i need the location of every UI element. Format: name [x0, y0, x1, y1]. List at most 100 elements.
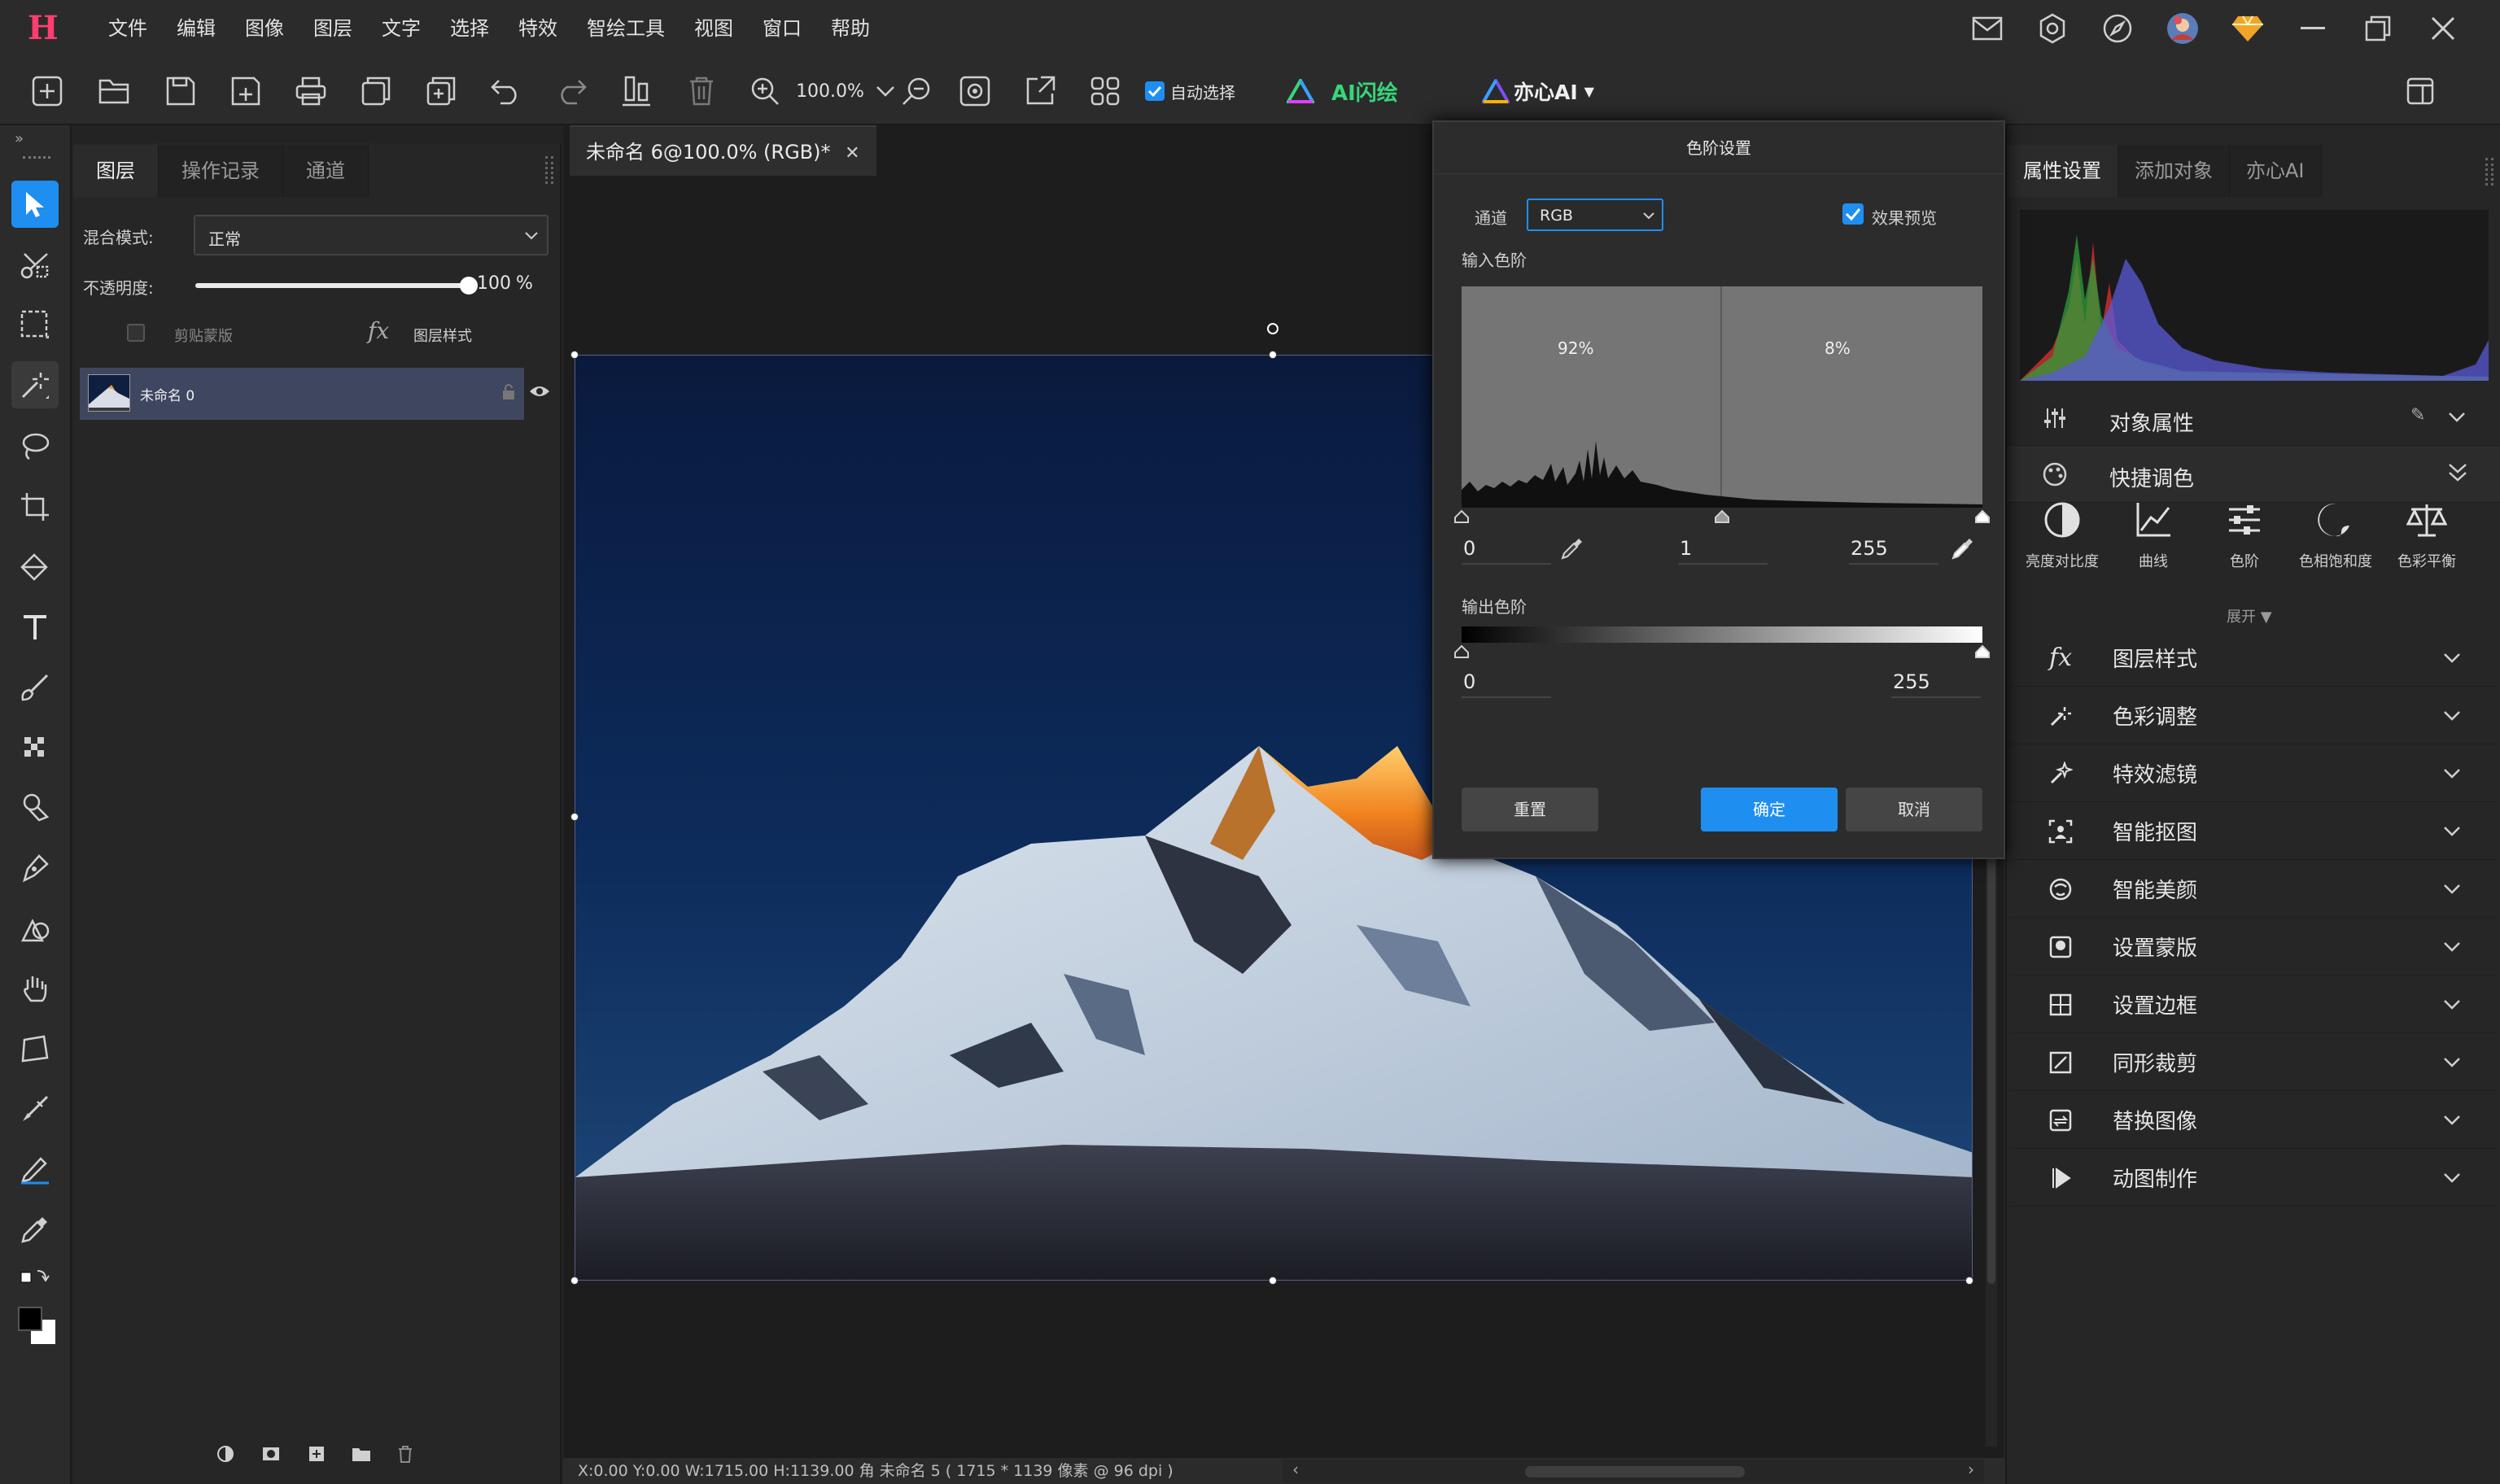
transform-handle-tl[interactable]: [570, 351, 579, 359]
section-set-mask[interactable]: 设置蒙版: [2010, 919, 2498, 976]
tab-layers[interactable]: 图层: [73, 145, 159, 197]
undo-icon[interactable]: [483, 57, 529, 125]
eye-icon[interactable]: [529, 384, 552, 400]
document-tab[interactable]: 未命名 6@100.0% (RGB)* ✕: [570, 125, 876, 176]
smudge-tool-icon[interactable]: [11, 1085, 59, 1133]
preview-label[interactable]: 效果预览: [1872, 205, 1937, 229]
rotate-handle[interactable]: [1267, 323, 1278, 334]
transform-handle-bottom[interactable]: [1269, 1277, 1277, 1285]
double-chevron-down-icon[interactable]: [2448, 462, 2467, 483]
input-gamma-field[interactable]: 1: [1678, 532, 1768, 565]
print-icon[interactable]: [288, 57, 334, 125]
new-layer-icon[interactable]: [308, 1445, 326, 1463]
panel-layout-icon[interactable]: [2397, 57, 2443, 125]
layer-style-label[interactable]: 图层样式: [413, 325, 472, 346]
tab-history[interactable]: 操作记录: [159, 145, 283, 197]
auto-select-label[interactable]: 自动选择: [1167, 57, 1240, 125]
quick-adjust-header[interactable]: 快捷调色: [2007, 446, 2500, 503]
object-properties-header[interactable]: 对象属性 ✎: [2007, 391, 2500, 446]
menu-help[interactable]: 帮助: [816, 0, 885, 57]
opacity-value[interactable]: 100: [477, 273, 511, 294]
export-icon[interactable]: [1017, 57, 1063, 125]
pin-icon[interactable]: ✎: [2410, 405, 2425, 426]
magic-wand-tool-icon[interactable]: [11, 361, 59, 408]
close-icon[interactable]: [2410, 0, 2476, 57]
eyedropper-tool-icon[interactable]: [11, 1206, 59, 1253]
add-mask-icon[interactable]: [262, 1445, 280, 1463]
layer-row[interactable]: 未命名 0: [80, 368, 524, 420]
section-set-border[interactable]: 设置边框: [2010, 976, 2498, 1033]
layer-name[interactable]: 未命名 0: [140, 384, 194, 404]
quick-color-balance[interactable]: 色彩平衡: [2383, 501, 2471, 571]
section-layer-style[interactable]: fx 图层样式: [2010, 630, 2498, 687]
align-icon[interactable]: [614, 57, 659, 125]
reset-button[interactable]: 重置: [1462, 788, 1598, 831]
menu-view[interactable]: 视图: [680, 0, 748, 57]
adjustment-layer-icon[interactable]: [216, 1445, 234, 1463]
tab-add-object[interactable]: 添加对象: [2118, 145, 2230, 197]
section-gif-make[interactable]: 动图制作: [2010, 1150, 2498, 1207]
black-point-slider[interactable]: [1453, 509, 1470, 524]
transform-handle-top[interactable]: [1269, 351, 1277, 359]
screenshot-icon[interactable]: [952, 57, 998, 125]
menu-smart-tools[interactable]: 智绘工具: [572, 0, 680, 57]
foreground-color-swatch[interactable]: [18, 1307, 42, 1331]
output-black-field[interactable]: 0: [1462, 666, 1551, 698]
avatar[interactable]: [2150, 0, 2215, 57]
white-eyedropper-icon[interactable]: [1950, 535, 1976, 561]
transform-handle-br[interactable]: [1965, 1277, 1973, 1285]
save-icon[interactable]: [158, 57, 203, 125]
minimize-icon[interactable]: [2280, 0, 2345, 57]
auto-select-checkbox[interactable]: [1143, 57, 1167, 125]
quick-curves[interactable]: 曲线: [2109, 501, 2197, 571]
expand-toggle[interactable]: 展开 ▼: [2227, 605, 2272, 626]
scroll-left-icon[interactable]: ‹: [1292, 1460, 1299, 1479]
open-folder-icon[interactable]: [91, 57, 137, 125]
save-as-icon[interactable]: [223, 57, 269, 125]
transform-tool-icon[interactable]: [11, 1025, 59, 1072]
move-tool-icon[interactable]: [11, 181, 59, 228]
tab-properties[interactable]: 属性设置: [2007, 145, 2118, 197]
section-smart-cutout[interactable]: 智能抠图: [2010, 803, 2498, 860]
opacity-slider[interactable]: [195, 277, 478, 295]
duplicate-icon[interactable]: [353, 57, 399, 125]
fx-icon[interactable]: fx: [368, 317, 389, 344]
section-color-adjust[interactable]: 色彩调整: [2010, 687, 2498, 744]
lasso-tool-icon[interactable]: [11, 423, 59, 470]
text-tool-icon[interactable]: [11, 604, 59, 651]
mosaic-tool-icon[interactable]: [11, 724, 59, 771]
quick-brightness-contrast[interactable]: 亮度对比度: [2018, 501, 2106, 571]
hand-tool-icon[interactable]: [11, 965, 59, 1012]
scroll-right-icon[interactable]: ›: [1968, 1460, 1974, 1479]
close-tab-icon[interactable]: ✕: [845, 143, 859, 164]
preview-checkbox[interactable]: [1842, 203, 1864, 225]
new-group-icon[interactable]: [352, 1445, 371, 1463]
copy-layer-icon[interactable]: [418, 57, 464, 125]
delete-layer-icon[interactable]: [397, 1445, 415, 1463]
menu-text[interactable]: 文字: [367, 0, 435, 57]
new-file-icon[interactable]: [24, 57, 70, 125]
section-effects-filter[interactable]: 特效滤镜: [2010, 745, 2498, 802]
chevron-down-icon[interactable]: [2448, 412, 2466, 423]
clip-mask-icon[interactable]: [127, 324, 145, 342]
cancel-button[interactable]: 取消: [1846, 788, 1982, 831]
color-swatches[interactable]: [18, 1307, 57, 1346]
section-shape-crop[interactable]: 同形裁剪: [2010, 1034, 2498, 1091]
zoom-value[interactable]: 100.0%: [796, 57, 864, 125]
output-white-field[interactable]: 255: [1891, 666, 1981, 698]
menu-edit[interactable]: 编辑: [162, 0, 230, 57]
horizontal-scrollbar[interactable]: ‹ ›: [1283, 1460, 1984, 1482]
cutout-tool-icon[interactable]: [11, 241, 59, 288]
yixin-ai-button[interactable]: 亦心AI ▼: [1514, 57, 1603, 125]
restore-icon[interactable]: [2345, 0, 2410, 57]
swap-colors-icon[interactable]: [11, 1259, 59, 1292]
shape-tool-icon[interactable]: [11, 905, 59, 952]
output-black-slider[interactable]: [1453, 644, 1470, 659]
transform-handle-left[interactable]: [570, 813, 579, 821]
drag-handle-icon[interactable]: [23, 156, 50, 161]
quick-levels[interactable]: 色阶: [2201, 501, 2288, 571]
menu-file[interactable]: 文件: [94, 0, 162, 57]
vip-gem-icon[interactable]: [2215, 0, 2280, 57]
tab-channels[interactable]: 通道: [283, 145, 369, 197]
blend-mode-select[interactable]: 正常: [194, 215, 549, 255]
